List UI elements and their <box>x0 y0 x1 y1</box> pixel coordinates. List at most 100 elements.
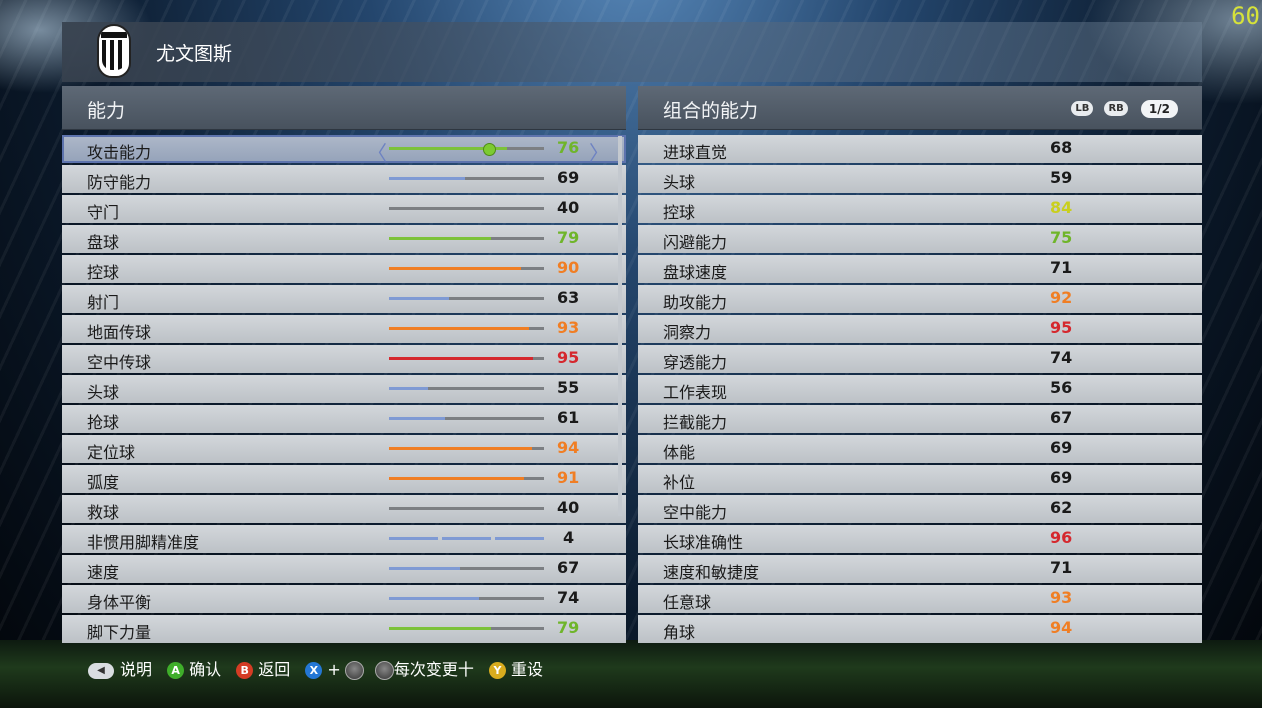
combined-ability-row[interactable]: 控球 84 <box>638 195 1202 223</box>
ability-bar-fill <box>389 417 445 420</box>
combined-ability-label: 空中能力 <box>663 503 728 522</box>
step-hint[interactable]: X + 每次变更十 <box>305 656 474 680</box>
combined-ability-value: 93 <box>1050 588 1073 607</box>
ability-value: 79 <box>557 618 580 637</box>
ability-label: 攻击能力 <box>87 143 152 162</box>
ability-bar-fill <box>389 267 521 270</box>
ability-row[interactable]: 控球 90 <box>62 255 626 283</box>
ability-label: 控球 <box>87 263 120 282</box>
combined-ability-row[interactable]: 穿透能力 74 <box>638 345 1202 373</box>
abilities-panel: 能力 攻击能力 〈 〉 76 防守能力 69 守门 40 盘球 79 控球 90 射门 63 地面传球 93 空… <box>62 86 626 645</box>
abilities-list: 攻击能力 〈 〉 76 防守能力 69 守门 40 盘球 79 控球 90 射门 63 地面传球 93 空中传球… <box>62 135 626 643</box>
combined-title: 组合的能力 <box>663 100 759 122</box>
combined-ability-row[interactable]: 头球 59 <box>638 165 1202 193</box>
bar-segment <box>389 537 438 540</box>
ability-row[interactable]: 定位球 94 <box>62 435 626 463</box>
combined-ability-row[interactable]: 洞察力 95 <box>638 315 1202 343</box>
ability-bar <box>389 357 544 360</box>
combined-ability-row[interactable]: 角球 94 <box>638 615 1202 643</box>
ability-bar-fill <box>389 567 460 570</box>
combined-ability-label: 闪避能力 <box>663 233 728 252</box>
combined-ability-row[interactable]: 长球准确性 96 <box>638 525 1202 553</box>
scrollbar[interactable] <box>618 136 622 516</box>
slider-knob[interactable] <box>483 143 496 156</box>
ability-row[interactable]: 攻击能力 〈 〉 76 <box>62 135 626 166</box>
ability-value: 91 <box>557 468 580 487</box>
ability-value: 61 <box>557 408 580 427</box>
combined-ability-row[interactable]: 任意球 93 <box>638 585 1202 613</box>
ability-bar-fill <box>389 177 465 180</box>
combined-ability-value: 71 <box>1050 258 1073 277</box>
ability-label: 射门 <box>87 293 120 312</box>
team-name: 尤文图斯 <box>156 43 233 65</box>
increase-arrow-icon[interactable]: 〉 <box>589 137 609 166</box>
combined-ability-value: 74 <box>1050 348 1073 367</box>
ability-row[interactable]: 弧度 91 <box>62 465 626 493</box>
ability-row[interactable]: 脚下力量 79 <box>62 615 626 643</box>
combined-ability-label: 补位 <box>663 473 696 492</box>
combined-ability-value: 94 <box>1050 618 1073 637</box>
decrease-arrow-icon[interactable]: 〈 <box>367 137 387 166</box>
combined-ability-row[interactable]: 空中能力 62 <box>638 495 1202 523</box>
combined-panel-header: 组合的能力 LB RB 1/2 <box>638 86 1202 130</box>
rb-button[interactable]: RB <box>1104 101 1128 116</box>
ability-value: 63 <box>557 288 580 307</box>
abilities-panel-header: 能力 <box>62 86 626 130</box>
ability-bar <box>389 327 544 330</box>
ability-row[interactable]: 身体平衡 74 <box>62 585 626 613</box>
reset-hint[interactable]: Y 重设 <box>488 656 543 680</box>
combined-ability-label: 穿透能力 <box>663 353 728 372</box>
ability-row[interactable]: 地面传球 93 <box>62 315 626 343</box>
combined-ability-row[interactable]: 拦截能力 67 <box>638 405 1202 433</box>
ability-bar-fill <box>389 237 491 240</box>
combined-ability-row[interactable]: 闪避能力 75 <box>638 225 1202 253</box>
ability-bar-fill <box>389 297 449 300</box>
ability-row[interactable]: 救球 40 <box>62 495 626 523</box>
ability-value: 93 <box>557 318 580 337</box>
combined-ability-value: 92 <box>1050 288 1073 307</box>
ability-row[interactable]: 空中传球 95 <box>62 345 626 373</box>
ability-row[interactable]: 守门 40 <box>62 195 626 223</box>
lb-button[interactable]: LB <box>1071 101 1094 116</box>
combined-ability-label: 洞察力 <box>663 323 712 342</box>
ability-bar <box>389 387 544 390</box>
ability-value: 76 <box>557 138 580 157</box>
ability-value: 90 <box>557 258 580 277</box>
ability-label: 脚下力量 <box>87 623 152 642</box>
ability-label: 救球 <box>87 503 120 522</box>
ability-row[interactable]: 头球 55 <box>62 375 626 403</box>
help-hint[interactable]: ◀ 说明 <box>88 656 152 680</box>
ability-row[interactable]: 速度 67 <box>62 555 626 583</box>
combined-ability-row[interactable]: 补位 69 <box>638 465 1202 493</box>
combined-ability-label: 头球 <box>663 173 696 192</box>
combined-ability-row[interactable]: 速度和敏捷度 71 <box>638 555 1202 583</box>
combined-ability-label: 工作表现 <box>663 383 728 402</box>
ability-value: 69 <box>557 168 580 187</box>
ability-row[interactable]: 射门 63 <box>62 285 626 313</box>
ability-row[interactable]: 盘球 79 <box>62 225 626 253</box>
combined-ability-row[interactable]: 体能 69 <box>638 435 1202 463</box>
confirm-hint[interactable]: A 确认 <box>167 656 221 680</box>
combined-ability-value: 68 <box>1050 138 1073 157</box>
ability-bar-fill <box>389 387 428 390</box>
ability-bar <box>389 597 544 600</box>
ability-row[interactable]: 抢球 61 <box>62 405 626 433</box>
combined-ability-value: 71 <box>1050 558 1073 577</box>
back-hint[interactable]: B 返回 <box>236 656 290 680</box>
combined-ability-row[interactable]: 进球直觉 68 <box>638 135 1202 163</box>
ability-row[interactable]: 防守能力 69 <box>62 165 626 193</box>
combined-ability-row[interactable]: 盘球速度 71 <box>638 255 1202 283</box>
ability-bar-fill <box>389 627 491 630</box>
ability-value: 74 <box>557 588 580 607</box>
ability-label: 空中传球 <box>87 353 152 372</box>
combined-ability-label: 体能 <box>663 443 696 462</box>
ability-row[interactable]: 非惯用脚精准度 4 <box>62 525 626 553</box>
combined-ability-label: 盘球速度 <box>663 263 728 282</box>
bar-segment <box>495 537 544 540</box>
combined-ability-row[interactable]: 工作表现 56 <box>638 375 1202 403</box>
ability-label: 身体平衡 <box>87 593 152 612</box>
combined-ability-label: 长球准确性 <box>663 533 744 552</box>
combined-abilities-list: 进球直觉 68 头球 59 控球 84 闪避能力 75 盘球速度 71 助攻能力 92 洞察力 95 穿透能… <box>638 135 1202 643</box>
ability-bar <box>389 627 544 630</box>
combined-ability-row[interactable]: 助攻能力 92 <box>638 285 1202 313</box>
